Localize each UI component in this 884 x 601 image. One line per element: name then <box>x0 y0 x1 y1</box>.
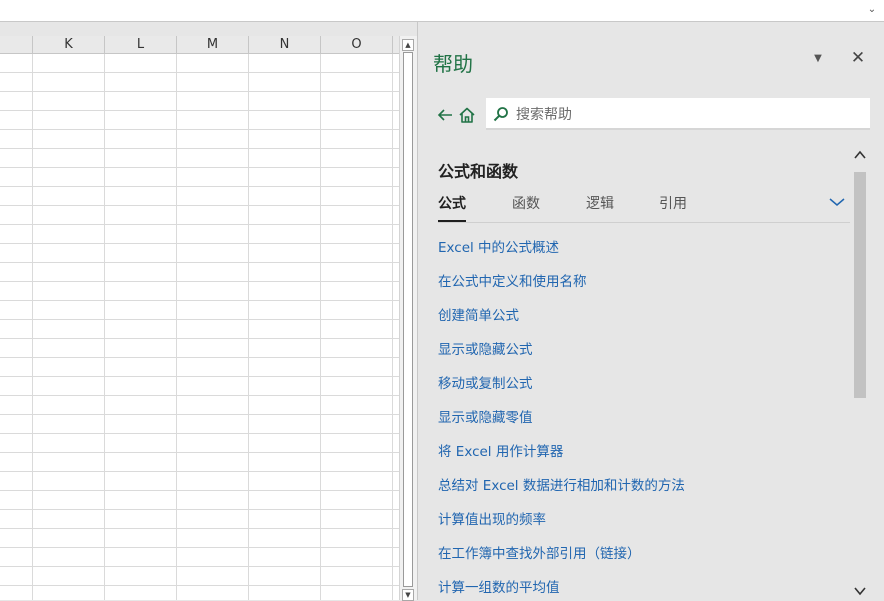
help-link-list: Excel 中的公式概述 在公式中定义和使用名称 创建简单公式 显示或隐藏公式 … <box>438 238 858 600</box>
column-header-partial[interactable] <box>0 36 33 54</box>
column-header-k[interactable]: K <box>33 36 105 54</box>
category-tabs: 公式 函数 逻辑 引用 <box>438 194 850 223</box>
help-pane-title: 帮助 <box>433 52 473 76</box>
help-content: 公式和函数 公式 函数 逻辑 引用 Excel 中的公式概述 在公式中定义和使用… <box>418 138 884 600</box>
help-scroll-thumb[interactable] <box>854 172 866 398</box>
help-link[interactable]: Excel 中的公式概述 <box>438 238 858 272</box>
tab-references[interactable]: 引用 <box>659 194 687 220</box>
scroll-up-chevron-icon[interactable] <box>854 150 866 160</box>
column-header-m[interactable]: M <box>177 36 249 54</box>
search-icon <box>493 107 508 122</box>
caret-down-icon[interactable]: ▼ <box>811 52 825 66</box>
tab-functions[interactable]: 函数 <box>512 194 540 220</box>
help-link[interactable]: 显示或隐藏公式 <box>438 340 858 374</box>
column-header-o[interactable]: O <box>321 36 393 54</box>
scroll-up-arrow-icon[interactable]: ▲ <box>402 39 414 51</box>
cell-grid[interactable] <box>0 54 399 600</box>
help-link[interactable]: 在公式中定义和使用名称 <box>438 272 858 306</box>
tab-logical[interactable]: 逻辑 <box>586 194 614 220</box>
help-link[interactable]: 将 Excel 用作计算器 <box>438 442 858 476</box>
spreadsheet-grid[interactable]: K L M N O <box>0 36 399 600</box>
help-link[interactable]: 总结对 Excel 数据进行相加和计数的方法 <box>438 476 858 510</box>
help-link[interactable]: 在工作簿中查找外部引用（链接） <box>438 544 858 578</box>
help-link[interactable]: 移动或复制公式 <box>438 374 858 408</box>
sheet-vertical-scrollbar[interactable]: ▲ ▼ <box>399 36 417 601</box>
help-link[interactable]: 显示或隐藏零值 <box>438 408 858 442</box>
help-link[interactable]: 创建简单公式 <box>438 306 858 340</box>
column-header-n[interactable]: N <box>249 36 321 54</box>
home-icon[interactable] <box>458 106 476 124</box>
chevron-down-icon[interactable] <box>828 196 846 208</box>
column-header-l[interactable]: L <box>105 36 177 54</box>
formula-bar-strip: ⌄ <box>0 0 884 22</box>
tab-formulas[interactable]: 公式 <box>438 194 466 222</box>
section-title: 公式和函数 <box>438 162 519 181</box>
scroll-down-chevron-icon[interactable] <box>854 586 866 596</box>
scroll-down-arrow-icon[interactable]: ▼ <box>402 589 414 601</box>
close-icon[interactable]: ✕ <box>850 50 866 67</box>
arrow-left-icon[interactable] <box>436 106 454 124</box>
help-search-box[interactable] <box>486 98 870 130</box>
column-headers: K L M N O <box>0 36 399 54</box>
help-pane: 帮助 ▼ ✕ 公式和函数 公式 函数 逻辑 引用 Excel 中的公式概述 在公… <box>418 22 884 600</box>
help-pane-scrollbar[interactable] <box>852 138 868 600</box>
sheet-scroll-thumb[interactable] <box>403 52 413 587</box>
help-search-input[interactable] <box>514 103 858 127</box>
help-link[interactable]: 计算一组数的平均值 <box>438 578 858 600</box>
help-link[interactable]: 计算值出现的频率 <box>438 510 858 544</box>
formula-bar-expand-icon[interactable]: ⌄ <box>867 3 877 17</box>
